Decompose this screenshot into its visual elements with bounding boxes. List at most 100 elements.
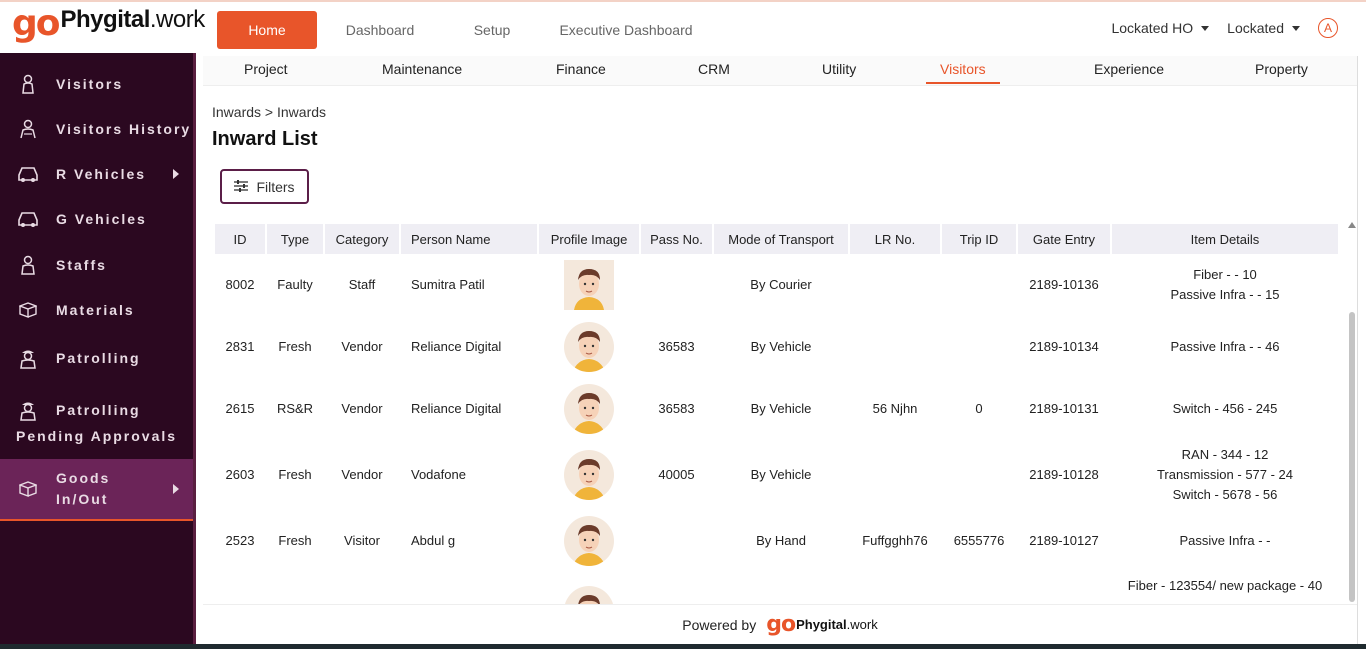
cell-gate: 2189-10127: [1029, 533, 1099, 548]
item-detail-line: Passive Infra - - 15: [1170, 287, 1280, 302]
nav-setup[interactable]: Setup: [443, 11, 541, 49]
box-icon: [16, 477, 40, 501]
user-dropdown-label: Lockated: [1227, 20, 1284, 36]
tab-finance[interactable]: Finance: [556, 61, 606, 77]
sidebar-item-patrolling-pending-approvals[interactable]: Patrolling Pending Approvals: [0, 393, 193, 449]
table-row[interactable]: 2523 Fresh Visitor Abdul g By Hand Fuffgghh76…: [215, 510, 1338, 572]
top-header: go Phygital.work Home Dashboard Setup Execu…: [0, 0, 1366, 56]
cell-trip: 0: [975, 401, 983, 416]
table-scrollbar[interactable]: [1347, 222, 1357, 604]
avatar[interactable]: A: [1318, 18, 1338, 38]
column-header[interactable]: Gate Entry: [1018, 224, 1110, 254]
breadcrumb-parent[interactable]: Inwards: [212, 104, 261, 120]
sidebar-item-label: Materials: [56, 302, 135, 318]
logo-brand: Phygital.work: [60, 6, 206, 33]
table-row[interactable]: 2831 Fresh Vendor Reliance Digital 36583 By V…: [215, 316, 1338, 378]
cell-gate: 2189-10131: [1029, 401, 1099, 416]
user-dropdown[interactable]: Lockated: [1227, 20, 1300, 36]
nav-executive-dashboard[interactable]: Executive Dashboard: [541, 11, 711, 49]
tab-experience[interactable]: Experience: [1094, 61, 1164, 77]
cell-category: Staff: [348, 277, 376, 292]
column-header[interactable]: Mode of Transport: [714, 224, 848, 254]
sidebar-item-materials[interactable]: Materials: [0, 294, 193, 326]
sidebar-item-visitors-history[interactable]: Visitors History: [0, 113, 193, 145]
column-header[interactable]: Person Name: [401, 224, 537, 254]
column-header[interactable]: Trip ID: [942, 224, 1016, 254]
filters-label: Filters: [256, 178, 295, 195]
cell-trip: [942, 316, 1016, 378]
item-details: Passive Infra - -: [1112, 510, 1338, 572]
item-detail-line: RAN - 344 - 12: [1181, 447, 1269, 462]
item-details: Switch - 456 - 245: [1112, 378, 1338, 440]
cell-id: 2523: [225, 533, 255, 548]
scroll-thumb[interactable]: [1349, 312, 1355, 602]
cell-mode: By Courier: [750, 277, 812, 292]
org-dropdown[interactable]: Lockated HO: [1111, 20, 1210, 36]
cell-trip: [942, 254, 1016, 316]
sliders-icon: [234, 179, 249, 195]
cell-person: Reliance Digital: [411, 401, 502, 416]
cell-person: Abdul g: [411, 533, 456, 548]
table-row[interactable]: 2615 RS&R Vendor Reliance Digital 36583 By Ve…: [215, 378, 1338, 440]
tab-utility[interactable]: Utility: [822, 61, 856, 77]
column-header[interactable]: LR No.: [850, 224, 940, 254]
table-row[interactable]: 8002 Faulty Staff Sumitra Patil By Courier 21…: [215, 254, 1338, 316]
cell-category: Vendor: [341, 339, 383, 354]
cell-lr: [850, 254, 940, 316]
powered-by-label: Powered by: [682, 616, 757, 633]
top-nav: Home Dashboard Setup Executive Dashboard: [217, 11, 711, 49]
sidebar-item-r-vehicles[interactable]: R Vehicles: [0, 158, 193, 190]
tab-property[interactable]: Property: [1255, 61, 1308, 77]
sidebar-item-label-line2: Pending Approvals: [16, 428, 178, 444]
nav-home[interactable]: Home: [217, 11, 317, 49]
item-detail-line: Switch - 456 - 245: [1172, 401, 1278, 416]
cell-type: RS&R: [276, 401, 314, 416]
visitor-icon: [16, 72, 40, 96]
tab-project[interactable]: Project: [244, 61, 288, 77]
item-details: RAN - 344 - 12 Transmission - 577 - 24 Swi…: [1112, 440, 1338, 510]
sidebar-item-label: G Vehicles: [56, 211, 147, 227]
sidebar-item-visitors[interactable]: Visitors: [0, 68, 193, 100]
inward-table-container: ID Type Category Person Name Profile Image Pa…: [213, 224, 1344, 604]
chevron-right-icon: [173, 169, 179, 179]
sidebar-item-goods-in-out[interactable]: Goods In/Out: [0, 459, 193, 521]
sidebar-item-label: Staffs: [56, 257, 107, 273]
guard-icon: [16, 346, 40, 370]
cell-mode: By Hand: [756, 533, 806, 548]
page-right-edge: [1357, 56, 1366, 649]
cell-person: Vodafone: [411, 467, 466, 482]
item-details: Fiber - - 10 Passive Infra - - 15: [1112, 254, 1338, 316]
chevron-down-icon: [1201, 25, 1210, 31]
table-row[interactable]: Fiber - 123554/ new package - 40: [215, 572, 1338, 604]
taskbar-strip: [0, 644, 1366, 649]
cell-type: Fresh: [278, 467, 312, 482]
app-logo[interactable]: go Phygital.work: [12, 6, 205, 54]
tab-visitors[interactable]: Visitors: [926, 61, 1000, 84]
sidebar-item-patrolling[interactable]: Patrolling: [0, 336, 193, 380]
tab-maintenance[interactable]: Maintenance: [382, 61, 462, 77]
column-header[interactable]: Profile Image: [539, 224, 639, 254]
column-header[interactable]: Pass No.: [641, 224, 712, 254]
scroll-up-icon[interactable]: [1348, 222, 1356, 228]
column-header[interactable]: Category: [325, 224, 399, 254]
footer-logo: go Phygital.work: [766, 612, 878, 637]
column-header[interactable]: Type: [267, 224, 323, 254]
cell-category: Vendor: [341, 467, 383, 482]
cell-lr: Fuffgghh76: [862, 533, 928, 548]
cell-pass: 36583: [658, 339, 695, 354]
tab-crm[interactable]: CRM: [698, 61, 730, 77]
table-row[interactable]: 2603 Fresh Vendor Vodafone 40005 By Vehicle 21…: [215, 440, 1338, 510]
sidebar-item-g-vehicles[interactable]: G Vehicles: [0, 203, 193, 235]
cell-type: Fresh: [278, 533, 312, 548]
column-header[interactable]: ID: [215, 224, 265, 254]
nav-dashboard[interactable]: Dashboard: [317, 11, 443, 49]
sidebar-item-label: Visitors: [56, 76, 124, 92]
sidebar-item-staffs[interactable]: Staffs: [0, 249, 193, 281]
filters-button[interactable]: Filters: [220, 169, 309, 204]
column-header[interactable]: Item Details: [1112, 224, 1338, 254]
cell-id: [215, 572, 265, 604]
sidebar: Visitors Visitors History R Vehicles G Vehi…: [0, 53, 196, 649]
cell-id: 2615: [225, 401, 255, 416]
cell-mode: By Vehicle: [750, 401, 812, 416]
breadcrumb: Inwards > Inwards: [212, 104, 326, 120]
